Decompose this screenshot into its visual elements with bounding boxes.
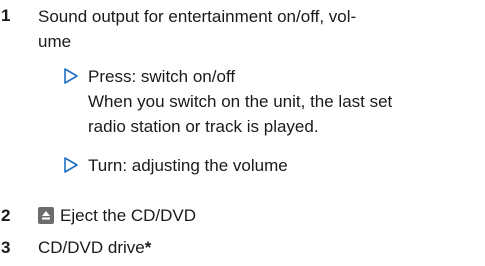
subitem-1-line-3: radio station or track is played. (88, 117, 319, 136)
item-3-text: CD/DVD drive (38, 238, 145, 257)
item-3-text-row: CD/DVD drive* (38, 235, 151, 260)
asterisk-marker: * (144, 238, 152, 257)
item-number-3: 3 (1, 238, 11, 257)
item-1-line-1: Sound output for entertainment on/off, v… (38, 7, 357, 26)
item-number-2: 2 (1, 206, 11, 225)
eject-icon (38, 207, 54, 224)
subitem-2-line-1: Turn: adjusting the volume (88, 156, 288, 175)
item-1-line-2: ume (38, 32, 72, 51)
subitem-1-line-1: Press: switch on/off (88, 67, 236, 86)
subitem-1-line-2: When you switch on the unit, the last se… (88, 92, 393, 111)
triangle-right-icon (63, 68, 79, 84)
item-2-text: Eject the CD/DVD (60, 206, 197, 225)
item-number-1: 1 (1, 6, 11, 25)
triangle-right-icon (63, 157, 79, 173)
